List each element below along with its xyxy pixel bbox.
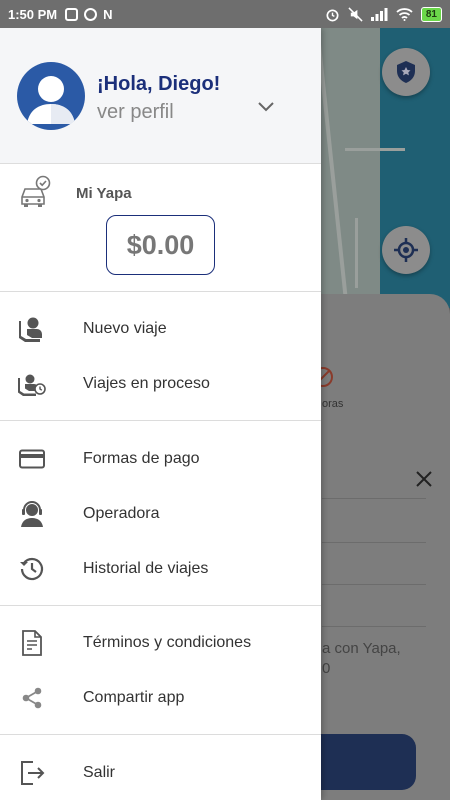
menu-item-trips-in-progress[interactable]: Viajes en proceso bbox=[0, 359, 321, 409]
map-road bbox=[345, 148, 405, 151]
menu-item-share-app[interactable]: Compartir app bbox=[0, 673, 321, 723]
menu-item-label: Operadora bbox=[83, 505, 160, 522]
mute-icon bbox=[348, 6, 363, 22]
crosshair-icon bbox=[394, 238, 418, 262]
partial-sheet-text: a con Yapa, bbox=[322, 640, 401, 657]
sheet-divider bbox=[322, 498, 426, 499]
partial-sheet-text: 0 bbox=[322, 660, 331, 677]
alarm-icon bbox=[326, 8, 339, 21]
divider bbox=[0, 291, 321, 292]
close-icon[interactable] bbox=[415, 470, 433, 488]
divider bbox=[0, 605, 321, 606]
menu-item-label: Viajes en proceso bbox=[83, 375, 210, 392]
menu-item-label: Compartir app bbox=[83, 689, 185, 706]
locate-me-button[interactable] bbox=[382, 226, 430, 274]
logout-icon bbox=[18, 759, 46, 787]
sheet-divider bbox=[322, 542, 426, 543]
security-shield-button[interactable] bbox=[382, 48, 430, 96]
menu-item-payment-methods[interactable]: Formas de pago bbox=[0, 434, 321, 484]
notification-chrome-icon bbox=[84, 7, 98, 21]
menu-item-logout[interactable]: Salir bbox=[0, 748, 321, 798]
menu-item-label: Nuevo viaje bbox=[83, 320, 167, 337]
divider bbox=[0, 420, 321, 421]
greeting-text: ¡Hola, Diego! bbox=[97, 73, 221, 95]
menu-item-terms[interactable]: Términos y condiciones bbox=[0, 618, 321, 668]
user-avatar-icon bbox=[27, 76, 75, 124]
yapa-label: Mi Yapa bbox=[76, 185, 132, 202]
avatar[interactable] bbox=[17, 62, 85, 130]
notification-app-icon bbox=[65, 7, 79, 21]
car-coin-icon bbox=[21, 175, 51, 207]
menu-item-label: Historial de viajes bbox=[83, 560, 209, 577]
status-time: 1:50 PM bbox=[8, 6, 58, 22]
signal-icon bbox=[370, 7, 388, 21]
document-icon bbox=[18, 629, 46, 657]
menu-item-label: Formas de pago bbox=[83, 450, 200, 467]
shield-icon bbox=[397, 61, 415, 83]
map-road bbox=[316, 38, 348, 298]
menu-item-label: Términos y condiciones bbox=[83, 634, 252, 651]
menu-item-new-trip[interactable]: Nuevo viaje bbox=[0, 304, 321, 354]
notification-n-icon: N bbox=[103, 6, 113, 22]
battery-indicator: 81 bbox=[420, 6, 442, 22]
view-profile-link[interactable]: ver perfil bbox=[97, 101, 174, 124]
yapa-balance: $0.00 bbox=[106, 215, 215, 275]
profile-header[interactable]: ¡Hola, Diego! ver perfil bbox=[0, 28, 321, 164]
sheet-divider bbox=[322, 584, 426, 585]
menu-item-label: Salir bbox=[83, 764, 116, 781]
credit-card-icon bbox=[18, 445, 46, 473]
divider bbox=[0, 734, 321, 735]
passenger-icon bbox=[18, 315, 46, 343]
history-icon bbox=[18, 555, 46, 583]
menu-item-trip-history[interactable]: Historial de viajes bbox=[0, 544, 321, 594]
partial-option-label: oras bbox=[322, 398, 344, 410]
wifi-icon bbox=[396, 7, 413, 21]
sheet-divider bbox=[322, 626, 426, 627]
map-road bbox=[355, 218, 358, 288]
status-bar: 1:50 PM N 81 bbox=[0, 0, 450, 28]
chevron-down-icon[interactable] bbox=[258, 102, 274, 112]
headset-operator-icon bbox=[18, 500, 46, 528]
share-icon bbox=[18, 684, 46, 712]
navigation-drawer: ¡Hola, Diego! ver perfil Mi Yapa $0.00 N… bbox=[0, 28, 321, 800]
passenger-clock-icon bbox=[18, 370, 46, 398]
menu-item-operator[interactable]: Operadora bbox=[0, 489, 321, 539]
